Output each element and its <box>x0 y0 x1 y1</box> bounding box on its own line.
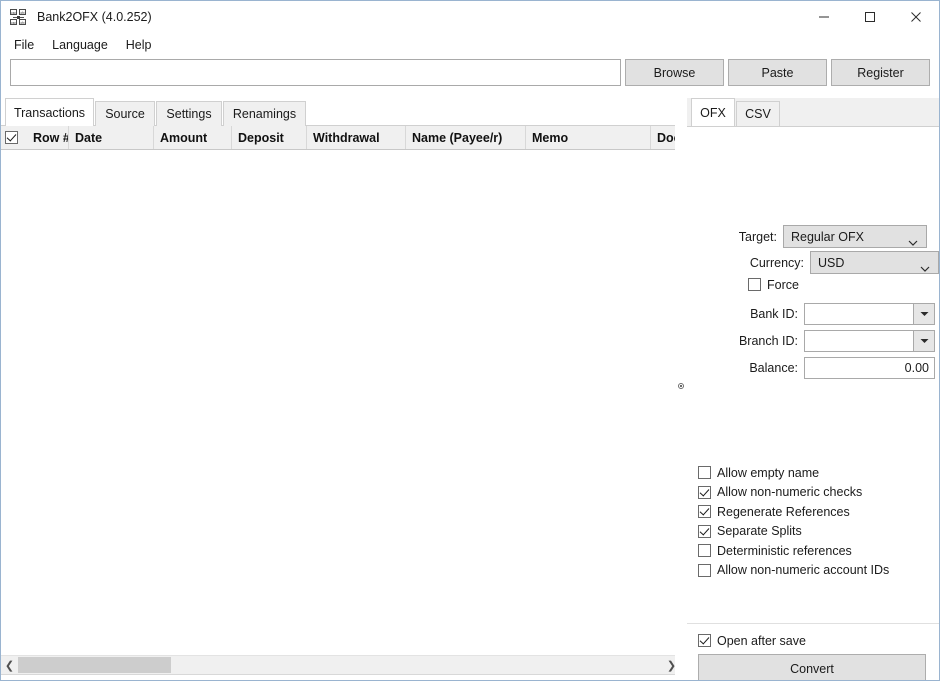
currency-label: Currency: <box>749 255 804 270</box>
browse-button[interactable]: Browse <box>625 59 724 86</box>
splitter-grip-icon[interactable] <box>678 383 684 389</box>
left-panel: Transactions Source Settings Renamings R… <box>1 98 680 680</box>
option-allow-empty-name[interactable]: Allow empty name <box>698 463 889 483</box>
option-label: Separate Splits <box>717 524 802 539</box>
option-force[interactable]: Force <box>748 275 799 294</box>
register-button[interactable]: Register <box>831 59 930 86</box>
option-label: Open after save <box>717 633 806 648</box>
column-header-row-number[interactable]: Row # <box>27 126 69 149</box>
file-path-input[interactable] <box>10 59 621 86</box>
panel-splitter[interactable] <box>675 98 687 680</box>
option-label: Allow non-numeric checks <box>717 485 863 500</box>
scrollbar-thumb[interactable] <box>18 657 171 673</box>
checkbox-box <box>748 278 761 291</box>
checkbox-box <box>698 634 711 647</box>
tab-renamings[interactable]: Renamings <box>223 101 306 126</box>
option-open-after-save[interactable]: Open after save <box>698 631 806 650</box>
balance-value: 0.00 <box>904 361 929 375</box>
checkbox-box <box>698 466 711 480</box>
option-label: Allow empty name <box>717 465 820 480</box>
option-label: Deterministic references <box>717 543 852 558</box>
application-window: csv ofx csv ofx Bank2OFX (4.0.252) File … <box>0 0 940 681</box>
paste-button[interactable]: Paste <box>728 59 827 86</box>
target-label: Target: <box>738 229 777 244</box>
maximize-icon[interactable] <box>847 1 893 33</box>
tab-csv[interactable]: CSV <box>736 101 780 126</box>
currency-select[interactable]: USD <box>810 251 939 274</box>
select-all-checkbox[interactable] <box>1 126 27 149</box>
chevron-down-icon <box>908 235 918 249</box>
window-controls <box>801 1 939 33</box>
column-header-amount[interactable]: Amount <box>154 126 232 149</box>
column-header-date[interactable]: Date <box>69 126 154 149</box>
menu-item-file[interactable]: File <box>5 35 43 55</box>
option-deterministic-references[interactable]: Deterministic references <box>698 541 889 561</box>
column-header-name-payee[interactable]: Name (Payee/r) <box>406 126 526 149</box>
bank-id-label: Bank ID: <box>750 307 798 321</box>
currency-row: Currency: USD <box>687 251 939 274</box>
menu-item-help[interactable]: Help <box>117 35 161 55</box>
checkbox-box <box>4 131 18 144</box>
target-row: Target: Regular OFX <box>687 225 927 248</box>
transactions-grid-header: Row # Date Amount Deposit Withdrawal Nam… <box>1 126 680 150</box>
minimize-icon[interactable] <box>801 1 847 33</box>
ofx-settings-panel: Target: Regular OFX Currency: USD Force … <box>687 126 939 680</box>
tab-source[interactable]: Source <box>95 101 155 126</box>
bank-id-input[interactable] <box>804 303 935 325</box>
branch-id-label: Branch ID: <box>738 334 798 348</box>
option-separate-splits[interactable]: Separate Splits <box>698 522 889 542</box>
option-label: Force <box>767 277 799 292</box>
title-bar: csv ofx csv ofx Bank2OFX (4.0.252) <box>1 1 939 33</box>
balance-input[interactable]: 0.00 <box>804 357 935 379</box>
column-header-withdrawal[interactable]: Withdrawal <box>307 126 406 149</box>
column-header-memo[interactable]: Memo <box>526 126 651 149</box>
convert-button[interactable]: Convert <box>698 654 926 680</box>
right-panel: OFX CSV Target: Regular OFX Currency: US… <box>687 98 939 680</box>
menu-bar: File Language Help <box>1 33 939 56</box>
transactions-grid-body[interactable] <box>1 150 680 655</box>
left-bottom-toolbar: Add Transaction Change +/- for all Set y… <box>1 674 680 680</box>
checkbox-box <box>698 563 711 577</box>
chevron-left-icon[interactable]: ❮ <box>1 656 18 674</box>
option-allow-non-numeric-checks[interactable]: Allow non-numeric checks <box>698 483 889 503</box>
column-header-deposit[interactable]: Deposit <box>232 126 307 149</box>
horizontal-scrollbar[interactable]: ❮ ❯ <box>1 655 680 674</box>
balance-label: Balance: <box>749 361 798 375</box>
option-regenerate-references[interactable]: Regenerate References <box>698 502 889 522</box>
ofx-options-group: Allow empty name Allow non-numeric check… <box>698 463 889 580</box>
left-tabstrip: Transactions Source Settings Renamings <box>1 98 680 126</box>
checkbox-box <box>698 524 711 538</box>
chevron-down-icon[interactable] <box>913 303 935 325</box>
branch-id-input[interactable] <box>804 330 935 352</box>
checkbox-box <box>698 485 711 499</box>
chevron-down-icon <box>920 261 930 275</box>
menu-item-language[interactable]: Language <box>43 35 117 55</box>
tab-transactions[interactable]: Transactions <box>5 98 94 126</box>
csv-ofx-converter-icon: csv ofx csv ofx <box>10 8 26 25</box>
file-toolbar: Browse Paste Register <box>1 59 939 91</box>
currency-value: USD <box>818 255 845 270</box>
chevron-down-icon[interactable] <box>913 330 935 352</box>
checkbox-box <box>698 544 711 558</box>
tab-settings[interactable]: Settings <box>156 101 222 126</box>
target-value: Regular OFX <box>791 229 864 244</box>
window-title: Bank2OFX (4.0.252) <box>37 10 152 24</box>
checkbox-box <box>698 505 711 519</box>
balance-row: Balance: 0.00 <box>687 357 939 379</box>
option-label: Allow non-numeric account IDs <box>717 563 890 578</box>
right-tabstrip: OFX CSV <box>687 98 939 126</box>
close-icon[interactable] <box>893 1 939 33</box>
branch-id-row: Branch ID: <box>687 330 939 352</box>
target-select[interactable]: Regular OFX <box>783 225 927 248</box>
tab-ofx[interactable]: OFX <box>691 98 735 126</box>
divider <box>687 623 939 624</box>
bank-id-row: Bank ID: <box>687 303 939 325</box>
option-allow-non-numeric-account-ids[interactable]: Allow non-numeric account IDs <box>698 561 889 581</box>
option-label: Regenerate References <box>717 504 850 519</box>
